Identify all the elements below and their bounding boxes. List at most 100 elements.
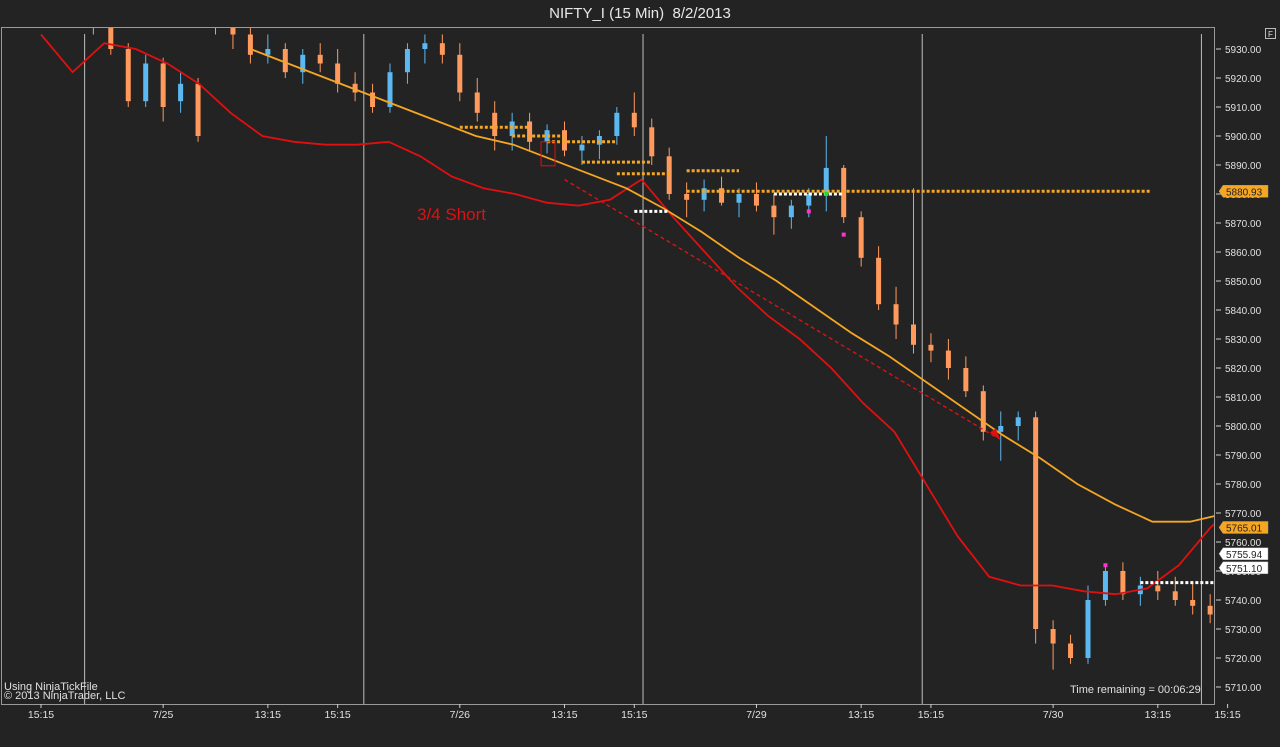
candle-body-up	[422, 43, 428, 49]
candle-body-up	[736, 194, 742, 203]
price-badge-label: 5751.10	[1226, 564, 1263, 575]
candle-body-down	[160, 63, 166, 107]
candle-body-down	[91, 6, 96, 26]
candle-body-down	[230, 28, 236, 35]
x-axis-tick-label: 7/26	[450, 709, 471, 721]
candle-body-up	[404, 49, 410, 73]
x-axis-tick-label: 15:15	[28, 709, 54, 721]
candle-body-down	[1172, 591, 1178, 600]
x-axis-tick-label: 7/29	[746, 709, 767, 721]
candle-body-down	[73, 0, 78, 6]
candle-body-down	[945, 350, 951, 368]
candle-body-down	[317, 54, 323, 64]
signal-dot	[1103, 563, 1108, 568]
y-axis-tick-label: 5840.00	[1225, 306, 1262, 317]
y-axis-tick-label: 5930.00	[1225, 45, 1262, 56]
candle-body-down	[1120, 571, 1126, 595]
x-axis-tick-label: 7/25	[153, 709, 174, 721]
y-axis-tick-label: 5860.00	[1225, 248, 1262, 259]
short-entry-box	[540, 141, 556, 167]
candle-body-down	[527, 121, 533, 142]
candle-body-down	[876, 257, 882, 305]
price-badge-label: 5765.01	[1226, 523, 1263, 534]
candle-body-up	[1102, 571, 1108, 600]
candle-body-down	[1207, 605, 1213, 615]
y-axis-tick-label: 5740.00	[1225, 596, 1262, 607]
candle-body-down	[492, 112, 498, 136]
candle-body-up	[143, 63, 149, 102]
price-badge-label: 5880.93	[1226, 187, 1263, 198]
candle-body-up	[579, 144, 585, 151]
x-axis-tick-label: 15:15	[325, 709, 351, 721]
candle-body-down	[282, 49, 288, 73]
candle-body-down	[753, 194, 759, 206]
candle-body-down	[439, 43, 445, 55]
y-axis-tick-label: 5760.00	[1225, 538, 1262, 549]
y-axis-tick-label: 5910.00	[1225, 103, 1262, 114]
y-axis-tick-label: 5810.00	[1225, 393, 1262, 404]
y-axis-tick-label: 5900.00	[1225, 132, 1262, 143]
candle-body-down	[474, 92, 480, 113]
y-axis-tick-label: 5870.00	[1225, 219, 1262, 230]
y-axis-tick-label: 5920.00	[1225, 74, 1262, 85]
candle-body-down	[335, 63, 341, 84]
plot-content: 3/4 Short	[40, 0, 1214, 704]
signal-dot	[824, 192, 829, 196]
candle-body-down	[963, 368, 969, 392]
panel-toggle-button[interactable]: F	[1265, 28, 1276, 39]
candle-body-down	[980, 391, 986, 432]
candle-body-down	[1033, 417, 1039, 629]
candle-body-down	[213, 20, 218, 26]
candle-body-down	[195, 83, 201, 136]
candle-body-up	[806, 194, 812, 206]
candle-body-down	[1190, 600, 1196, 606]
candle-body-down	[247, 34, 253, 55]
x-axis-tick-label: 15:15	[621, 709, 647, 721]
y-axis-tick-label: 5730.00	[1225, 625, 1262, 636]
y-axis-tick-label: 5770.00	[1225, 509, 1262, 520]
candle-body-up	[265, 49, 271, 55]
candle-body-down	[631, 112, 637, 128]
x-axis-tick-label: 15:15	[918, 709, 944, 721]
signal-dot	[841, 232, 846, 237]
price-badge-label: 5755.94	[1226, 550, 1263, 561]
candle-body-down	[928, 344, 934, 351]
x-axis-tick-label: 13:15	[848, 709, 874, 721]
candle-body-down	[649, 127, 655, 157]
candle-body-down	[1068, 643, 1074, 658]
candle-body-up	[998, 426, 1004, 432]
chart-window: NIFTY_I (15 Min) 8/2/2013 3/4 Short 5710.…	[0, 0, 1280, 747]
x-axis-tick-label: 13:15	[551, 709, 577, 721]
y-axis-tick-label: 5890.00	[1225, 161, 1262, 172]
y-axis-tick-label: 5850.00	[1225, 277, 1262, 288]
candle-body-up	[788, 205, 794, 218]
price-chart[interactable]: 3/4 Short 5710.00 5720.00 5730.00 5740.00 575…	[0, 0, 1280, 747]
signal-dot	[806, 209, 811, 214]
y-axis-tick-label: 5830.00	[1225, 335, 1262, 346]
candle-body-down	[858, 217, 864, 258]
y-axis-tick-label: 5720.00	[1225, 654, 1262, 665]
candle-body-up	[178, 83, 184, 102]
x-axis-tick-label: 15:15	[1214, 709, 1240, 721]
slow-moving-average	[250, 48, 1214, 523]
candle-body-down	[911, 324, 916, 345]
candle-body-down	[771, 205, 777, 218]
candle-body-down	[125, 49, 131, 102]
y-axis-tick-label: 5800.00	[1225, 422, 1262, 433]
candle-body-up	[1015, 417, 1021, 426]
candle-body-down	[684, 194, 690, 200]
candle-body-down	[1155, 585, 1161, 592]
copyright-label: © 2013 NinjaTrader, LLC	[4, 690, 126, 702]
y-axis-tick-label: 5790.00	[1225, 451, 1262, 462]
candle-body-up	[614, 112, 620, 136]
y-axis-tick-label: 5780.00	[1225, 480, 1262, 491]
candle-body-down	[457, 54, 463, 93]
fast-moving-average	[40, 33, 1214, 596]
candle-body-down	[893, 304, 899, 325]
candle-body-down	[1050, 629, 1056, 644]
x-axis-tick-label: 13:15	[1145, 709, 1171, 721]
x-axis-tick-label: 7/30	[1043, 709, 1064, 721]
x-axis-tick-label: 13:15	[255, 709, 281, 721]
annotation-label: 3/4 Short	[417, 205, 486, 224]
short-trade-arrow-line	[564, 178, 998, 439]
